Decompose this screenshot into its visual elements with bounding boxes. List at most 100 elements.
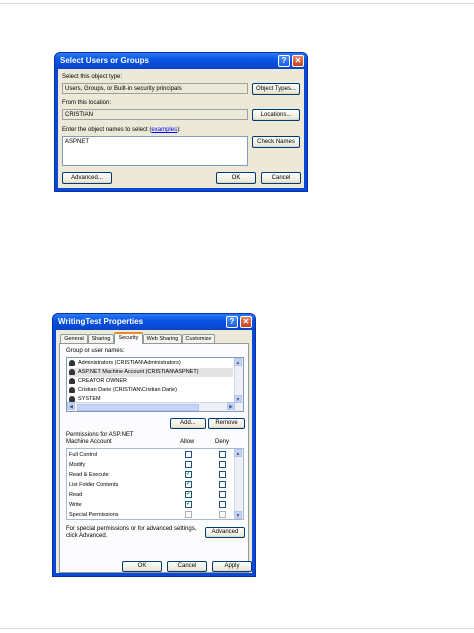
- select-users-client: Select this object type: Users, Groups, …: [58, 69, 304, 188]
- list-item[interactable]: ASP.NET Machine Account (CRISTIAN\ASPNET…: [69, 368, 233, 377]
- tab-customize[interactable]: Customize: [182, 334, 215, 343]
- permission-name: Read: [69, 492, 83, 498]
- user-list-hscrollbar[interactable]: ◀ ▶: [67, 402, 235, 411]
- ok-button[interactable]: OK: [216, 172, 256, 184]
- permission-row: Read & Execute ✓: [69, 470, 233, 480]
- scroll-left-icon[interactable]: ◀: [67, 402, 75, 410]
- page-bottom-rule: [0, 628, 474, 629]
- cancel-button[interactable]: Cancel: [261, 172, 301, 184]
- add-button[interactable]: Add...: [170, 418, 206, 429]
- object-types-button[interactable]: Object Types...: [252, 83, 300, 95]
- help-icon[interactable]: ?: [278, 55, 290, 67]
- properties-title: WritingTest Properties: [58, 317, 144, 326]
- permission-row: Write ✓: [69, 500, 233, 510]
- select-users-dialog: Select Users or Groups ? ✕ Select this o…: [54, 52, 308, 192]
- permission-name: Read & Execute: [69, 472, 109, 478]
- group-names-label: Group or user names:: [66, 348, 125, 354]
- permission-row: Full Control: [69, 450, 233, 460]
- permissions-list: Full Control Modify Read & Execute ✓ Lis…: [66, 448, 244, 520]
- allow-checkbox[interactable]: ✓: [185, 501, 192, 508]
- permission-row: Modify: [69, 460, 233, 470]
- apply-button[interactable]: Apply: [212, 561, 252, 572]
- close-icon[interactable]: ✕: [292, 55, 304, 67]
- object-names-input[interactable]: ASPNET: [62, 136, 248, 166]
- scroll-up-icon[interactable]: ▲: [234, 358, 242, 366]
- user-name: Cristian Darie (CRISTIAN\Cristian Darie): [78, 387, 178, 393]
- permissions-vscrollbar[interactable]: ▲ ▼: [234, 449, 243, 519]
- permissions-label-line1: Permissions for ASP.NET: [66, 432, 134, 438]
- user-icon: [69, 386, 75, 393]
- ok-button[interactable]: OK: [122, 561, 162, 572]
- select-users-titlebar[interactable]: Select Users or Groups ? ✕: [55, 53, 307, 69]
- deny-checkbox[interactable]: [219, 501, 226, 508]
- hscroll-thumb[interactable]: [77, 404, 199, 411]
- list-item[interactable]: Administrators (CRISTIAN\Administrators): [69, 359, 181, 368]
- scroll-down-icon[interactable]: ▼: [234, 511, 242, 519]
- help-icon[interactable]: ?: [226, 316, 238, 328]
- permission-name: Full Control: [69, 452, 98, 458]
- tab-security[interactable]: Security: [114, 332, 143, 344]
- permission-name: Special Permissions: [69, 512, 119, 518]
- properties-dialog: WritingTest Properties ? ✕ General Shari…: [52, 313, 256, 577]
- deny-checkbox[interactable]: [219, 491, 226, 498]
- remove-button[interactable]: Remove: [208, 418, 245, 429]
- properties-titlebar[interactable]: WritingTest Properties ? ✕: [53, 314, 255, 330]
- allow-checkbox: [185, 511, 192, 518]
- permission-name: Modify: [69, 462, 86, 468]
- tab-general[interactable]: General: [60, 334, 88, 343]
- user-list-vscrollbar[interactable]: ▲ ▼: [234, 358, 243, 411]
- select-users-title: Select Users or Groups: [60, 56, 149, 65]
- user-icon: [69, 377, 75, 384]
- object-type-label: Select this object type:: [62, 74, 123, 80]
- advanced-button[interactable]: Advanced...: [62, 172, 112, 184]
- tab-web-sharing[interactable]: Web Sharing: [143, 334, 182, 343]
- permissions-label-line2: Machine Account: [66, 439, 112, 445]
- examples-link[interactable]: examples: [151, 127, 177, 133]
- page-top-rule: [0, 3, 474, 4]
- allow-header: Allow: [180, 439, 195, 445]
- scroll-down-icon[interactable]: ▼: [234, 395, 242, 403]
- check-names-button[interactable]: Check Names: [252, 136, 300, 148]
- deny-checkbox[interactable]: [219, 481, 226, 488]
- properties-client: General Sharing Security Web Sharing Cus…: [56, 330, 252, 573]
- user-name: CREATOR OWNER: [78, 378, 127, 384]
- permission-row: Read ✓: [69, 490, 233, 500]
- user-name: Administrators (CRISTIAN\Administrators): [78, 360, 181, 366]
- deny-checkbox[interactable]: [219, 461, 226, 468]
- special-permissions-text-line1: For special permissions or for advanced …: [66, 526, 197, 532]
- special-permissions-text-line2: click Advanced.: [66, 533, 108, 539]
- deny-checkbox[interactable]: [219, 471, 226, 478]
- user-name: ASP.NET Machine Account (CRISTIAN\ASPNET…: [78, 369, 199, 375]
- list-item[interactable]: CREATOR OWNER: [69, 377, 127, 386]
- security-tab-panel: Group or user names: Administrators (CRI…: [59, 343, 249, 573]
- object-type-field: Users, Groups, or Built-in security prin…: [62, 83, 248, 94]
- scroll-up-icon[interactable]: ▲: [234, 449, 242, 457]
- user-icon: [69, 368, 75, 375]
- allow-checkbox[interactable]: ✓: [185, 481, 192, 488]
- group-icon: [69, 359, 75, 366]
- list-item[interactable]: Cristian Darie (CRISTIAN\Cristian Darie): [69, 386, 177, 395]
- allow-checkbox[interactable]: [185, 461, 192, 468]
- permission-name: Write: [69, 502, 82, 508]
- allow-checkbox[interactable]: ✓: [185, 471, 192, 478]
- allow-checkbox[interactable]: [185, 451, 192, 458]
- location-label: From this location:: [62, 100, 112, 106]
- object-names-label: Enter the object names to select (exampl…: [62, 127, 181, 133]
- object-names-label-prefix: Enter the object names to select (: [62, 127, 152, 133]
- deny-checkbox: [219, 511, 226, 518]
- locations-button[interactable]: Locations...: [252, 109, 300, 121]
- cancel-button[interactable]: Cancel: [167, 561, 207, 572]
- object-names-label-suffix: ):: [177, 127, 181, 133]
- tab-sharing[interactable]: Sharing: [88, 334, 114, 343]
- permission-row: Special Permissions: [69, 510, 233, 519]
- group-icon: [69, 395, 75, 402]
- permission-name: List Folder Contents: [69, 482, 119, 488]
- user-list[interactable]: Administrators (CRISTIAN\Administrators)…: [66, 357, 244, 412]
- location-field: CRISTIAN: [62, 109, 248, 120]
- deny-header: Deny: [215, 439, 230, 445]
- deny-checkbox[interactable]: [219, 451, 226, 458]
- advanced-button[interactable]: Advanced: [205, 527, 245, 538]
- allow-checkbox[interactable]: ✓: [185, 491, 192, 498]
- close-icon[interactable]: ✕: [240, 316, 252, 328]
- scroll-right-icon[interactable]: ▶: [227, 402, 235, 410]
